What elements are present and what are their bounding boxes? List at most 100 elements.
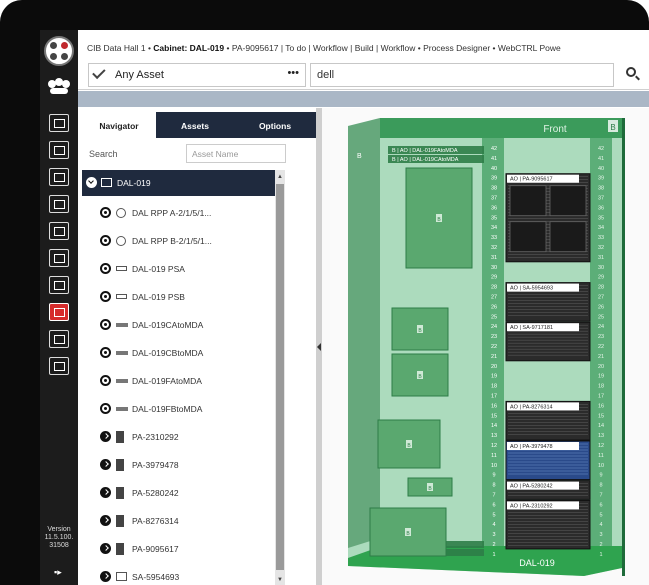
tree-node[interactable]: DAL RPP A-2/1/5/1... [82,200,280,226]
unit-number: 9 [492,473,495,479]
logout-icon[interactable]: ▪▸ [54,567,62,578]
expanded-circle-icon[interactable] [100,403,111,414]
breadcrumb-item[interactable]: Process Designer [423,43,490,53]
expanded-circle-icon[interactable] [100,207,111,218]
unit-number-right: 7 [599,493,602,499]
expand-arrow-icon[interactable] [100,543,111,554]
expand-arrow-icon[interactable] [100,487,111,498]
users-icon[interactable] [48,78,70,96]
tree-node[interactable]: DAL-019FAtoMDA [82,368,280,394]
expand-arrow-icon[interactable] [100,571,111,582]
unit-number: 15 [491,413,497,419]
breadcrumb-item[interactable]: Build [355,43,374,53]
document-icon[interactable] [49,276,69,294]
unit-number: 40 [491,166,497,172]
scroll-up-icon[interactable]: ▲ [277,174,283,180]
tree-node[interactable]: DAL-019 PSA [82,256,280,282]
tree-node-label: DAL-019 PSB [132,292,185,302]
unit-number: 6 [492,502,495,508]
unit-number-right: 17 [598,394,604,400]
tree-node[interactable]: PA-9095617 [82,536,280,562]
device-bezel: Version 11.5.100. 31508 ▪▸ CIB Data Hall… [0,0,649,585]
patch-panel-label: B | AO | DAL-019CAtoMDA [392,157,459,163]
tree-scrollbar[interactable]: ▲ ▼ [275,170,285,585]
tree-node-label: DAL RPP A-2/1/5/1... [132,208,212,218]
tree-node[interactable]: PA-2310292 [82,424,280,450]
device-icon [116,515,124,527]
unit-number: 13 [491,433,497,439]
tab-navigator[interactable]: Navigator [82,112,156,138]
expanded-circle-icon[interactable] [100,347,111,358]
home-icon[interactable] [49,114,69,132]
tab-options[interactable]: Options [234,112,316,138]
tree-node[interactable]: DAL RPP B-2/1/5/1... [82,228,280,254]
floor-plan-icon[interactable] [49,141,69,159]
breadcrumb-item[interactable]: Cabinet: DAL-019 [153,43,224,53]
more-options-button[interactable]: ••• [287,67,299,79]
device-label: AO | PA-9095617 [510,177,553,183]
breadcrumb: CIB Data Hall 1 • Cabinet: DAL-019 • PA-… [78,30,649,60]
expanded-circle-icon[interactable] [100,319,111,330]
unit-number: 28 [491,285,497,291]
tree-root-node[interactable]: DAL-019 [82,170,280,196]
workflow-icon[interactable] [49,195,69,213]
tree-node[interactable]: PA-8276314 [82,508,280,534]
logo-dot [50,42,57,49]
unit-number-right: 1 [599,552,602,558]
tree-node[interactable]: DAL-019FBtoMDA [82,396,280,422]
breadcrumb-item[interactable]: CIB Data Hall 1 [87,43,146,53]
unit-number: 3 [492,532,495,538]
settings-icon[interactable] [49,330,69,348]
expand-arrow-icon[interactable] [100,431,111,442]
tree-node[interactable]: SA-5954693 [82,564,280,585]
search-icon[interactable] [626,67,636,77]
breadcrumb-item[interactable]: PA-9095617 [232,43,279,53]
tree-node[interactable]: DAL-019 PSB [82,284,280,310]
app-logo-icon[interactable] [44,36,74,66]
tree-node[interactable]: DAL-019CBtoMDA [82,340,280,366]
alarm-icon[interactable] [49,303,69,321]
asset-type-select[interactable]: Any Asset ••• [88,63,306,87]
breadcrumb-item[interactable]: Workflow [381,43,416,53]
unit-number-right: 14 [598,423,604,429]
expanded-circle-icon[interactable] [100,291,111,302]
drive-bay [549,221,587,253]
unit-number-right: 23 [598,334,604,340]
breadcrumb-item[interactable]: Workflow [313,43,348,53]
tree-node-label: PA-3979478 [132,460,179,470]
expand-arrow-icon[interactable] [100,459,111,470]
tree-node-label: DAL-019FBtoMDA [132,404,203,414]
tree-node-label: PA-8276314 [132,516,179,526]
expand-arrow-icon[interactable] [100,515,111,526]
expanded-circle-icon[interactable] [100,235,111,246]
search-input[interactable] [310,63,614,87]
expanded-circle-icon[interactable] [100,263,111,274]
breadcrumb-item[interactable]: To do [285,43,306,53]
breadcrumb-item[interactable]: WebCTRL Powe [498,43,561,53]
unit-number: 19 [491,374,497,380]
expanded-circle-icon[interactable] [100,375,111,386]
tab-assets[interactable]: Assets [156,112,234,138]
unit-number-right: 31 [598,255,604,261]
unit-number: 42 [491,146,497,152]
tree-node-label: DAL-019FAtoMDA [132,376,202,386]
unit-number-right: 11 [598,453,604,459]
unit-number-right: 36 [598,205,604,211]
reports-icon[interactable] [49,168,69,186]
unit-number-right: 8 [599,483,602,489]
asset-name-field[interactable]: Asset Name [186,144,286,163]
grid-icon[interactable] [49,357,69,375]
tree-node[interactable]: PA-5280242 [82,480,280,506]
tree-node-label: DAL RPP B-2/1/5/1... [132,236,212,246]
chart-icon[interactable] [49,249,69,267]
assets-icon[interactable] [49,222,69,240]
scrollbar-thumb[interactable] [276,184,284,570]
collapse-arrow-icon[interactable] [86,177,97,188]
scroll-down-icon[interactable]: ▼ [277,577,283,583]
tree-node[interactable]: PA-3979478 [82,452,280,478]
tree-node[interactable]: DAL-019CAtoMDA [82,312,280,338]
unit-number: 39 [491,176,497,182]
patch-panel-label: B | AO | DAL-019FAtoMDA [392,148,458,154]
unit-number: 32 [491,245,497,251]
patch-panel-icon [116,351,128,355]
